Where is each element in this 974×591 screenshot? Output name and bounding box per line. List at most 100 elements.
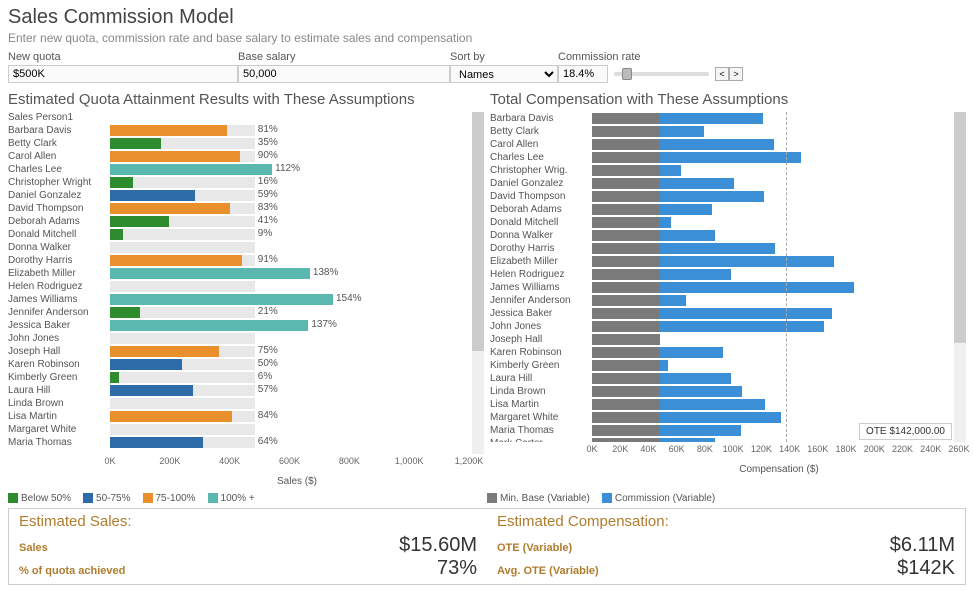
pct-value: 73%	[437, 557, 477, 580]
person-label: Deborah Adams	[490, 204, 592, 215]
summary-comp-title: Estimated Compensation:	[497, 513, 955, 530]
table-row: Donald Mitchell	[490, 216, 954, 229]
rate-decrease[interactable]: <	[715, 67, 729, 81]
person-label: Donald Mitchell	[8, 229, 110, 240]
quota-label: New quota	[8, 51, 238, 63]
person-label: John Jones	[490, 321, 592, 332]
person-label: David Thompson	[490, 191, 592, 202]
person-label: Charles Lee	[8, 164, 110, 175]
sort-label: Sort by	[450, 51, 558, 63]
pct-label: 138%	[313, 267, 339, 278]
left-axis: 0K200K400K600K800K1,000K1,200K	[110, 456, 484, 466]
table-row: Margaret White	[8, 423, 472, 436]
pct-label: 83%	[258, 202, 278, 213]
table-row: Karen Robinson 50%	[8, 358, 472, 371]
person-label: Barbara Davis	[8, 125, 110, 136]
legend-item: 75-100%	[143, 493, 196, 504]
person-label: Elizabeth Miller	[8, 268, 110, 279]
person-label: Helen Rodriguez	[8, 281, 110, 292]
table-row: Lisa Martin84%	[8, 410, 472, 423]
left-axis-title: Sales ($)	[110, 476, 484, 487]
person-label: Jessica Baker	[8, 320, 110, 331]
table-row: James Williams 154%	[8, 293, 472, 306]
person-label: James Williams	[490, 282, 592, 293]
pct-label: 75%	[258, 345, 278, 356]
table-row: Christopher Wrig.	[490, 164, 954, 177]
person-label: Betty Clark	[490, 126, 592, 137]
person-label: Maria Thomas	[490, 425, 592, 436]
right-scrollbar[interactable]	[954, 112, 966, 343]
table-row: Elizabeth Miller	[490, 255, 954, 268]
sales-label: Sales	[19, 542, 48, 554]
table-row: Daniel Gonzalez	[490, 177, 954, 190]
pct-label: 35%	[258, 137, 278, 148]
pct-label: 21%	[258, 306, 278, 317]
person-label: Mark Carter	[490, 438, 592, 442]
person-label: Jennifer Anderson	[8, 307, 110, 318]
table-row: Jessica Baker137%	[8, 319, 472, 332]
pct-label: 50%	[258, 358, 278, 369]
rate-increase[interactable]: >	[729, 67, 743, 81]
pct-label: 64%	[258, 436, 278, 447]
legend-item: Commission (Variable)	[602, 493, 715, 504]
avg-ote-label: Avg. OTE (Variable)	[497, 565, 599, 577]
person-label: Daniel Gonzalez	[8, 190, 110, 201]
person-label: Carol Allen	[490, 139, 592, 150]
table-row: Linda Brown	[8, 397, 472, 410]
legend-item: Min. Base (Variable)	[487, 493, 590, 504]
series-label: Sales Person1	[8, 112, 472, 123]
person-label: Kimberly Green	[490, 360, 592, 371]
table-row: Donna Walker	[8, 241, 472, 254]
person-label: James Williams	[8, 294, 110, 305]
table-row: Linda Brown	[490, 385, 954, 398]
ote-label: OTE (Variable)	[497, 542, 572, 554]
table-row: Joseph Hall75%	[8, 345, 472, 358]
summary-sales-title: Estimated Sales:	[19, 513, 477, 530]
table-row: Kimberly Green6%	[8, 371, 472, 384]
table-row: Charles Lee	[490, 151, 954, 164]
pct-label: 112%	[275, 163, 300, 174]
table-row: Kimberly Green	[490, 359, 954, 372]
avg-ote-value: $142K	[897, 557, 955, 580]
sort-select[interactable]: Names	[450, 65, 558, 83]
person-label: Carol Allen	[8, 151, 110, 162]
page-subtitle: Enter new quota, commission rate and bas…	[8, 31, 966, 45]
right-axis-title: Compensation ($)	[592, 464, 966, 475]
person-label: Karen Robinson	[490, 347, 592, 358]
table-row: Jennifer Anderson	[490, 294, 954, 307]
sales-value: $15.60M	[399, 534, 477, 557]
table-row: Carol Allen	[490, 138, 954, 151]
person-label: Linda Brown	[490, 386, 592, 397]
person-label: Dorothy Harris	[8, 255, 110, 266]
legend-item: 100% +	[208, 493, 255, 504]
table-row: Helen Rodriguez	[490, 268, 954, 281]
table-row: Donna Walker	[490, 229, 954, 242]
pct-label: 41%	[258, 215, 278, 226]
person-label: John Jones	[8, 333, 110, 344]
salary-label: Base salary	[238, 51, 450, 63]
table-row: Christopher Wright16%	[8, 176, 472, 189]
quota-chart: Barbara Davis81%Betty Clark35%Carol Alle…	[8, 124, 472, 454]
person-label: Christopher Wright	[8, 177, 110, 188]
rate-input[interactable]	[558, 65, 608, 83]
quota-input[interactable]	[8, 65, 238, 83]
person-label: Laura Hill	[8, 385, 110, 396]
salary-input[interactable]	[238, 65, 450, 83]
controls-row: New quota Base salary Sort by Names Comm…	[8, 51, 966, 83]
table-row: Laura Hill57%	[8, 384, 472, 397]
right-chart-title: Total Compensation with These Assumption…	[490, 91, 966, 108]
table-row: Joseph Hall	[490, 333, 954, 346]
person-label: Margaret White	[8, 424, 110, 435]
rate-slider[interactable]	[614, 72, 709, 76]
table-row: Deborah Adams	[490, 203, 954, 216]
table-row: Barbara Davis	[490, 112, 954, 125]
left-scrollbar[interactable]	[472, 112, 484, 351]
pct-label: 6%	[258, 371, 272, 382]
table-row: Deborah Adams41%	[8, 215, 472, 228]
person-label: Karen Robinson	[8, 359, 110, 370]
table-row: Daniel Gonzalez59%	[8, 189, 472, 202]
pct-label: 154%	[336, 293, 362, 304]
pct-label: 9%	[258, 228, 272, 239]
person-label: Jennifer Anderson	[490, 295, 592, 306]
rate-label: Commission rate	[558, 51, 758, 63]
